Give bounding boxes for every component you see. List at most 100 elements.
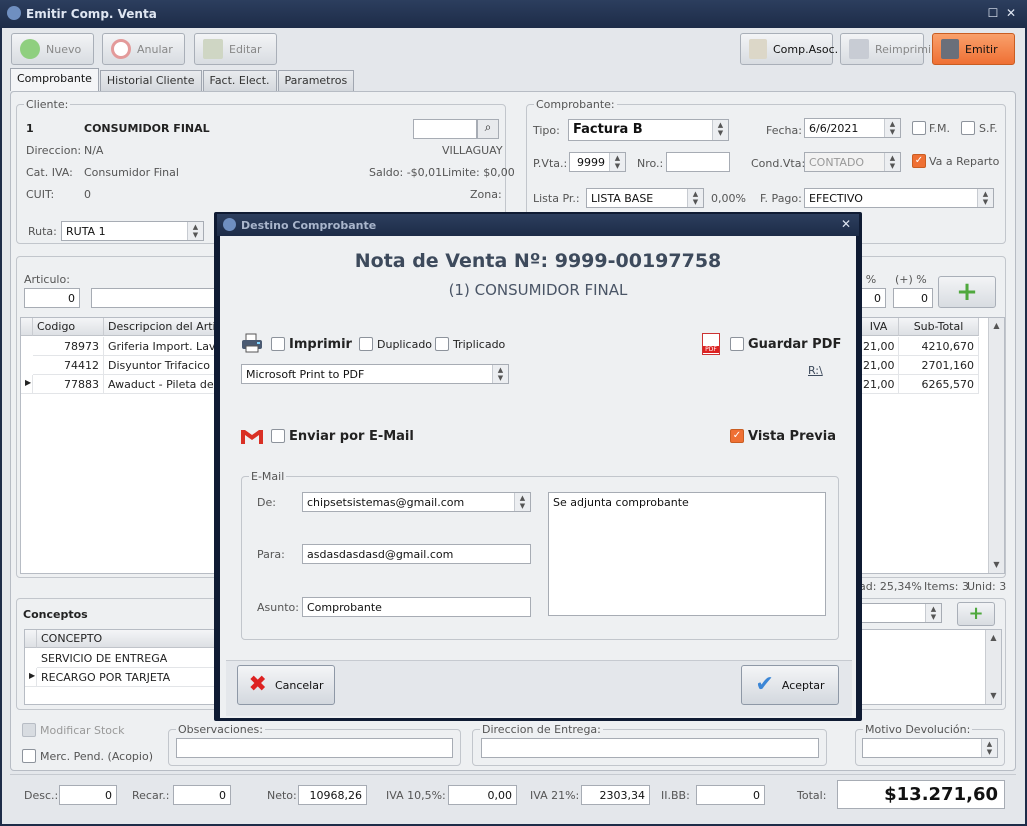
reparto-label: Va a Reparto (929, 155, 1000, 168)
aceptar-button[interactable]: ✔ Aceptar (741, 665, 839, 705)
table-cell[interactable]: 6265,570 (899, 375, 979, 394)
document-icon (749, 39, 767, 59)
pvta-input[interactable]: 9999 ▲ ▼ (569, 152, 626, 172)
asunto-input[interactable]: Comprobante (302, 597, 531, 617)
sf-checkbox[interactable] (961, 121, 975, 135)
direccion-entrega-input[interactable] (481, 738, 819, 758)
imprimir-checkbox[interactable] (271, 337, 285, 351)
close-icon[interactable]: ✕ (841, 217, 851, 231)
col-descripcion[interactable]: Descripcion del Articulo (104, 318, 218, 336)
save-icon (941, 39, 959, 59)
mensaje-textarea[interactable]: Se adjunta comprobante (548, 492, 826, 616)
items-scrollbar[interactable]: ▲ ▼ (988, 318, 1004, 573)
listapr-select[interactable]: LISTA BASE ▲ ▼ (586, 188, 704, 208)
spin-icon[interactable]: ▲ ▼ (884, 153, 900, 171)
fm-label: F.M. (929, 122, 951, 135)
editar-button[interactable]: Editar (194, 33, 277, 65)
tab-comprobante[interactable]: Comprobante (10, 68, 99, 91)
scroll-down-icon[interactable]: ▼ (986, 688, 1001, 703)
spin-icon[interactable]: ▲ ▼ (977, 189, 993, 207)
total-desc-input[interactable]: 0 (59, 785, 117, 805)
sf-label: S.F. (979, 122, 998, 135)
scroll-up-icon[interactable]: ▲ (989, 318, 1004, 333)
reimprimir-button[interactable]: Reimprimir (840, 33, 936, 65)
table-row[interactable]: 74412 (33, 356, 104, 375)
iibb-input[interactable]: 0 (696, 785, 765, 805)
para-input[interactable]: asdasdasdasd@gmail.com (302, 544, 531, 564)
spin-icon[interactable]: ▲ ▼ (925, 604, 941, 622)
table-cell[interactable]: 4210,670 (899, 337, 979, 356)
list-item[interactable]: RECARGO POR TARJETA (37, 668, 217, 687)
modificar-stock-checkbox[interactable] (22, 723, 36, 737)
tipo-select[interactable]: Factura B ▲ ▼ (568, 119, 729, 141)
ruta-select[interactable]: RUTA 1 ▲ ▼ (61, 221, 204, 241)
fpago-select[interactable]: EFECTIVO ▲ ▼ (804, 188, 994, 208)
vista-previa-checkbox[interactable]: ✓ (730, 429, 744, 443)
observaciones-input[interactable] (176, 738, 453, 758)
conceptos-scrollbar[interactable]: ▲ ▼ (985, 630, 1001, 704)
spin-icon[interactable]: ▲ ▼ (687, 189, 703, 207)
comp-asoc-button[interactable]: Comp.Asoc. (740, 33, 838, 65)
cliente-search-input[interactable] (413, 119, 477, 139)
tab-parametros[interactable]: Parametros (277, 70, 355, 91)
spin-icon[interactable]: ▲ ▼ (712, 120, 728, 140)
fecha-input[interactable]: 6/6/2021 ▲ ▼ (804, 118, 901, 138)
spin-icon[interactable]: ▲ ▼ (187, 222, 203, 240)
cuit-label: CUIT: (26, 188, 55, 201)
triplicado-checkbox[interactable] (435, 337, 449, 351)
pdf-path-link[interactable]: R:\ (808, 364, 823, 377)
emitir-button[interactable]: Emitir (932, 33, 1015, 65)
table-cell[interactable]: 21,00 (859, 356, 899, 375)
table-row[interactable]: 77883 (33, 375, 104, 394)
concepto-select[interactable]: ▲ ▼ (848, 603, 942, 623)
tab-historial-cliente[interactable]: Historial Cliente (99, 70, 202, 91)
maximize-icon[interactable]: ☐ (986, 6, 1000, 20)
merc-pend-checkbox[interactable] (22, 749, 36, 763)
add-item-button[interactable]: + (938, 276, 996, 308)
listapr-label: Lista Pr.: (533, 192, 580, 205)
motivo-devolucion-select[interactable]: ▲ ▼ (862, 738, 998, 758)
col-subtotal[interactable]: Sub-Total (899, 318, 979, 336)
guardar-pdf-checkbox[interactable] (730, 337, 744, 351)
fm-checkbox[interactable] (912, 121, 926, 135)
table-cell[interactable]: 21,00 (859, 375, 899, 394)
motivo-devolucion-label: Motivo Devolución: (863, 723, 973, 736)
table-cell[interactable]: 2701,160 (899, 356, 979, 375)
col-concepto[interactable]: CONCEPTO (37, 630, 217, 648)
col-codigo[interactable]: Codigo (33, 318, 104, 336)
close-icon[interactable]: ✕ (1004, 6, 1018, 20)
nuevo-button[interactable]: Nuevo (11, 33, 94, 65)
condvta-select[interactable]: CONTADO ▲ ▼ (804, 152, 901, 172)
enviar-email-checkbox[interactable] (271, 429, 285, 443)
list-item[interactable]: SERVICIO DE ENTREGA (37, 649, 217, 668)
articulo-search-input[interactable] (91, 288, 221, 308)
total-recar-input[interactable]: 0 (173, 785, 231, 805)
scroll-down-icon[interactable]: ▼ (989, 557, 1004, 572)
search-icon[interactable]: ⌕ (477, 119, 499, 139)
duplicado-checkbox[interactable] (359, 337, 373, 351)
nro-input[interactable] (666, 152, 730, 172)
cancelar-button[interactable]: ✖ Cancelar (237, 665, 335, 705)
table-cell[interactable]: Awaduct - Pileta dese (104, 375, 218, 394)
table-row[interactable]: 78973 (33, 337, 104, 356)
spin-icon[interactable]: ▲ ▼ (514, 493, 530, 511)
spin-icon[interactable]: ▲ ▼ (609, 153, 625, 171)
spin-icon[interactable]: ▲ ▼ (884, 119, 900, 137)
anular-button[interactable]: Anular (102, 33, 185, 65)
spin-icon[interactable]: ▲ ▼ (981, 739, 997, 757)
rec-pct-input[interactable]: 0 (893, 288, 933, 308)
table-cell[interactable]: Disyuntor Trifacico 4 x (104, 356, 218, 375)
table-cell[interactable]: 21,00 (859, 337, 899, 356)
scroll-up-icon[interactable]: ▲ (986, 630, 1001, 645)
printer-select[interactable]: Microsoft Print to PDF ▲ ▼ (241, 364, 509, 384)
cantidad-input[interactable]: 0 (24, 288, 80, 308)
reparto-checkbox[interactable]: ✓ (912, 154, 926, 168)
tab-fact-elect[interactable]: Fact. Elect. (202, 70, 277, 91)
cliente-nombre: CONSUMIDOR FINAL (84, 122, 210, 135)
spin-icon[interactable]: ▲ ▼ (492, 365, 508, 383)
col-iva[interactable]: IVA (859, 318, 899, 336)
table-cell[interactable]: Griferia Import. Lavat (104, 337, 218, 356)
comprobante-group-label: Comprobante: (534, 98, 617, 111)
de-select[interactable]: chipsetsistemas@gmail.com ▲ ▼ (302, 492, 531, 512)
add-concepto-button[interactable]: + (957, 602, 995, 626)
